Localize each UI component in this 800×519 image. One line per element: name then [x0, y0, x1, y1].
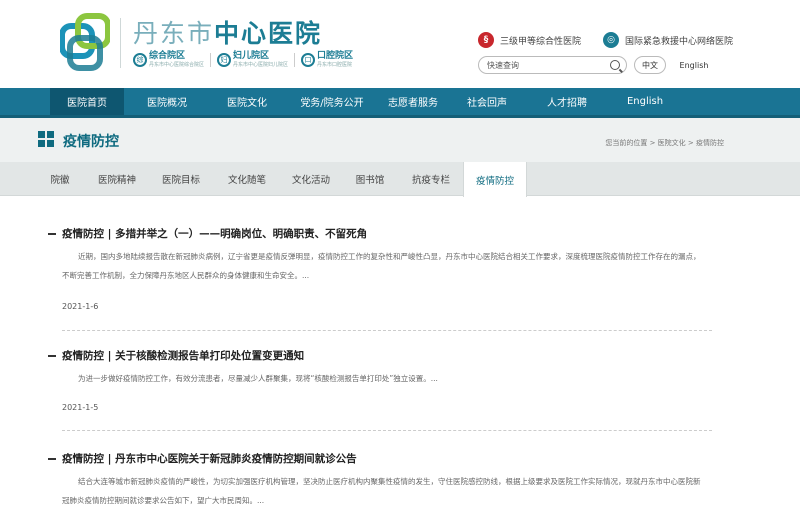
campus-list: 综 综合院区 丹东市中心医院综合院区 妇 妇儿院区 丹东市中心医院妇儿院区 口 口腔…: [133, 50, 353, 70]
tab-emblem[interactable]: 院徽: [38, 162, 82, 196]
hospital-badges: § 三级甲等综合性医院 ◎ 国际紧急救援中心网络医院: [478, 32, 733, 48]
main-nav: 医院首页 医院概况 医院文化 党务/院务公开 志愿者服务 社会回声 人才招聘 E…: [0, 88, 800, 118]
nav-item-home[interactable]: 医院首页: [50, 88, 124, 115]
divider: [62, 430, 712, 431]
nav-item-overview[interactable]: 医院概况: [130, 88, 204, 115]
nav-item-english[interactable]: English: [614, 88, 676, 115]
campus-dental-icon: 口: [301, 53, 316, 67]
dash-icon: [48, 233, 56, 235]
nav-item-culture[interactable]: 医院文化: [210, 88, 284, 115]
campus-general-sub: 丹东市中心医院综合院区: [149, 62, 205, 68]
campus-maternal-icon: 妇: [217, 53, 232, 67]
nav-item-recruit[interactable]: 人才招聘: [534, 88, 600, 115]
breadcrumb[interactable]: 您当前的位置 > 医院文化 > 疫情防控: [605, 138, 724, 148]
campus-separator: [210, 53, 212, 67]
campus-general-icon: 综: [133, 53, 147, 67]
grade-badge-icon: §: [478, 32, 494, 48]
grid-icon: [38, 131, 54, 147]
sub-tabs: 院徽 医院精神 医院目标 文化随笔 文化活动 图书馆 抗疫专栏 疫情防控: [0, 162, 800, 197]
globe-icon: ◎: [603, 32, 620, 48]
dash-icon: [48, 458, 56, 460]
nav-item-volunteer[interactable]: 志愿者服务: [376, 88, 450, 115]
dash-icon: [48, 355, 56, 357]
divider: [62, 330, 712, 331]
search-box: [478, 56, 627, 74]
lang-english-button[interactable]: English: [676, 56, 712, 74]
tab-anti-epidemic[interactable]: 抗疫专栏: [402, 162, 460, 196]
grade-badge-text: 三级甲等综合性医院: [500, 36, 582, 47]
campus-general-label: 综合院区: [149, 51, 186, 61]
article-date: 2021-1-5: [62, 403, 99, 412]
campus-maternal-sub: 丹东市中心医院妇儿院区: [233, 62, 289, 68]
tab-spirit[interactable]: 医院精神: [88, 162, 146, 196]
page-title: 疫情防控: [63, 134, 119, 150]
article-title-text[interactable]: 疫情防控 | 关于核酸检测报告单打印处位置变更通知: [62, 350, 304, 362]
site-title-main: 中心医院: [214, 19, 323, 48]
article-summary: 近期，国内多地陆续报告散在新冠肺炎病例，辽宁省更是疫情反弹明显，疫情防控工作的复…: [62, 252, 701, 280]
tab-epidemic-control[interactable]: 疫情防控: [463, 162, 527, 197]
tab-essays[interactable]: 文化随笔: [218, 162, 276, 196]
campus-maternal[interactable]: 妇 妇儿院区 丹东市中心医院妇儿院区: [217, 50, 296, 70]
hospital-logo-icon[interactable]: [60, 12, 110, 72]
campus-dental[interactable]: 口 口腔院区 丹东市口腔医院: [301, 50, 353, 70]
article-title-text[interactable]: 疫情防控 | 丹东市中心医院关于新冠肺炎疫情防控期间就诊公告: [62, 453, 357, 465]
campus-dental-sub: 丹东市口腔医院: [317, 62, 353, 68]
nav-item-social[interactable]: 社会回声: [454, 88, 520, 115]
article-summary: 为进一步做好疫情防控工作，有效分流患者，尽量减少人群聚集，现将“核酸检测报告单打…: [78, 374, 438, 383]
tab-library[interactable]: 图书馆: [346, 162, 394, 196]
article-title-text[interactable]: 疫情防控 | 多措并举之（一）——明确岗位、明确职责、不留死角: [62, 228, 367, 240]
campus-maternal-label: 妇儿院区: [233, 51, 270, 61]
campus-separator: [294, 53, 296, 67]
site-header: 丹东市中心医院 综 综合院区 丹东市中心医院综合院区 妇 妇儿院区 丹东市中心医院妇…: [0, 0, 800, 88]
article-title[interactable]: 疫情防控 | 多措并举之（一）——明确岗位、明确职责、不留死角: [48, 226, 367, 241]
site-title: 丹东市中心医院: [133, 14, 322, 50]
article-summary: 结合大连等城市新冠肺炎疫情的严峻性，为切实加强医疗机构管理，坚决防止医疗机构内聚…: [62, 477, 701, 505]
campus-general[interactable]: 综 综合院区 丹东市中心医院综合院区: [133, 50, 212, 70]
logo-divider: [120, 18, 121, 68]
nav-item-affairs[interactable]: 党务/院务公开: [290, 88, 374, 115]
site-title-prefix: 丹东市: [133, 19, 215, 48]
tab-activities[interactable]: 文化活动: [282, 162, 340, 196]
tab-goals[interactable]: 医院目标: [152, 162, 210, 196]
search-input[interactable]: [487, 58, 602, 72]
article-title[interactable]: 疫情防控 | 关于核酸检测报告单打印处位置变更通知: [48, 348, 304, 363]
article-title[interactable]: 疫情防控 | 丹东市中心医院关于新冠肺炎疫情防控期间就诊公告: [48, 451, 357, 466]
article-date: 2021-1-6: [62, 302, 99, 311]
rescue-badge-text: 国际紧急救援中心网络医院: [625, 36, 734, 47]
search-icon[interactable]: [610, 60, 620, 70]
campus-dental-label: 口腔院区: [317, 51, 354, 61]
lang-chinese-button[interactable]: 中文: [634, 56, 666, 74]
